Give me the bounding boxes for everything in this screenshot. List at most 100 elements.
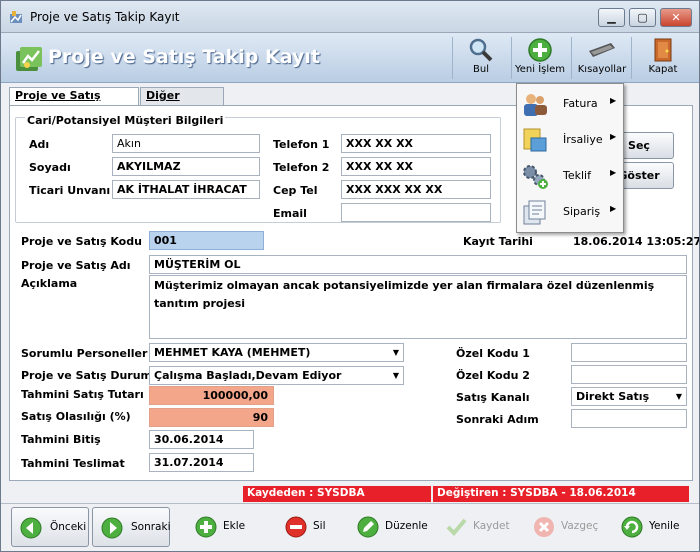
aciklama-label: Açıklama [21, 277, 78, 290]
yenile-button[interactable]: Yenile [613, 507, 689, 547]
dropdown-arrow-icon[interactable]: ▼ [676, 388, 682, 405]
sorumlu-personeller-value: MEHMET KAYA (MEHMET) [154, 346, 311, 359]
sonraki-button[interactable]: Sonraki [92, 507, 171, 547]
email-label: Email [273, 207, 307, 220]
ekle-button[interactable]: Ekle [187, 507, 257, 547]
app-icon [10, 11, 22, 23]
kayit-tarihi-value: 18.06.2014 13:05:27 [573, 235, 700, 248]
satis-kanali-value: Direkt Satış [576, 390, 650, 403]
dropdown-arrow-icon[interactable]: ▼ [393, 344, 399, 361]
chart-app-icon [16, 47, 42, 71]
bul-label: Bul [473, 64, 489, 75]
close-button[interactable]: ✕ [660, 8, 692, 27]
tahmini-bitis-value: 30.06.2014 [154, 433, 224, 446]
plus-circle-icon [195, 516, 217, 538]
documents-icon [523, 200, 546, 225]
window-title: Proje ve Satış Takip Kayıt [30, 10, 180, 24]
yenile-label: Yenile [649, 520, 680, 532]
minimize-button[interactable]: ▁ [598, 8, 625, 27]
tahmini-bitis-field[interactable]: 30.06.20147 [149, 430, 254, 449]
ekle-label: Ekle [223, 520, 246, 532]
kisayollar-button[interactable]: Kısayollar [574, 35, 630, 81]
toolbar-separator [571, 37, 572, 79]
maximize-button[interactable]: ▢ [629, 8, 656, 27]
sonraki-adim-field[interactable] [571, 409, 687, 428]
onceki-button[interactable]: Önceki [11, 507, 89, 547]
gears-icon [523, 165, 548, 189]
menu-item-label: Teklif [563, 169, 591, 182]
arrow-left-icon [20, 517, 42, 539]
telefon2-label: Telefon 2 [273, 161, 330, 174]
ozel-kodu2-field[interactable] [571, 365, 687, 384]
duzenle-label: Düzenle [385, 520, 428, 532]
satis-tutari-field[interactable]: 100000,00 [149, 386, 274, 405]
tab-diger-bilgiler[interactable]: Diğer Bilgiler [140, 87, 224, 118]
title-bar: Proje ve Satış Takip Kayıt ▁ ▢ ✕ [1, 1, 699, 33]
tahmini-teslimat-value: 31.07.2014 [154, 456, 224, 469]
header-banner: Proje ve Satış Takip Kayıt Bul Yeni İşle… [1, 33, 699, 83]
satis-olasiligi-label: Satış Olasılığı (%) [21, 410, 131, 423]
kapat-label: Kapat [648, 64, 678, 75]
ozel-kodu2-label: Özel Kodu 2 [456, 369, 530, 382]
menu-item-teklif[interactable]: Teklif ▶ [517, 158, 623, 194]
sorumlu-personeller-label: Sorumlu Personeller [21, 347, 148, 360]
menu-item-siparis[interactable]: Sipariş ▶ [517, 194, 623, 230]
satis-tutari-label: Tahmini Satış Tutarı [21, 388, 144, 401]
satis-olasiligi-field[interactable]: 90 [149, 408, 274, 427]
email-field[interactable] [341, 203, 491, 222]
aciklama-field[interactable]: Müşterimiz olmayan ancak potansiyelimizd… [149, 275, 687, 339]
edit-pen-icon [357, 516, 379, 538]
dropdown-arrow-icon[interactable]: ▼ [393, 367, 399, 384]
submenu-arrow-icon: ▶ [610, 204, 617, 213]
duzenle-button[interactable]: Düzenle [349, 507, 431, 547]
adi-field[interactable]: Akın [112, 134, 260, 153]
kaydet-label: Kaydet [473, 520, 510, 532]
vazgec-label: Vazgeç [561, 520, 599, 532]
package-icon [523, 128, 547, 152]
soyadi-label: Soyadı [29, 161, 71, 174]
app-window: Proje ve Satış Takip Kayıt ▁ ▢ ✕ Proje v… [0, 0, 700, 552]
submenu-arrow-icon: ▶ [610, 132, 617, 141]
proje-adi-label: Proje ve Satış Adı [21, 259, 131, 272]
submenu-arrow-icon: ▶ [610, 168, 617, 177]
menu-item-label: Sipariş [563, 205, 601, 218]
menu-item-irsaliye[interactable]: İrsaliye ▶ [517, 122, 623, 158]
ticari-unvan-label: Ticari Unvanı [29, 184, 111, 197]
menu-item-label: Fatura [563, 97, 598, 110]
telefon2-field[interactable]: XXX XX XX [341, 157, 491, 176]
bottom-toolbar: Önceki Sonraki Ekle Sil Düzenle Kaydet V… [1, 503, 699, 551]
arrow-right-icon [101, 517, 123, 539]
soyadi-field[interactable]: AKYILMAZ [112, 157, 260, 176]
sonraki-label: Sonraki [131, 521, 171, 533]
kapat-button[interactable]: Kapat [635, 35, 691, 81]
satis-kanali-combo[interactable]: Direkt Satış ▼ [571, 387, 687, 406]
sil-button[interactable]: Sil [277, 507, 339, 547]
telefon1-field[interactable]: XXX XX XX [341, 134, 491, 153]
plus-circle-icon [528, 38, 552, 62]
proje-kodu-label: Proje ve Satış Kodu [21, 235, 142, 248]
proje-durumu-label: Proje ve Satış Durumu [21, 369, 160, 382]
kaydet-button[interactable]: Kaydet [437, 507, 513, 547]
customer-group-title: Cari/Potansiyel Müşteri Bilgileri [25, 114, 226, 127]
tab-proje-satis-bilgileri[interactable]: Proje ve Satış Bilgileri [9, 87, 139, 118]
checkmark-icon [446, 518, 467, 536]
yeni-islem-label: Yeni İşlem [514, 64, 566, 75]
cep-tel-field[interactable]: XXX XXX XX XX [341, 180, 491, 199]
ozel-kodu1-field[interactable] [571, 343, 687, 362]
sorumlu-personeller-combo[interactable]: MEHMET KAYA (MEHMET) ▼ [149, 343, 404, 362]
proje-adi-field[interactable]: MÜŞTERİM OL [149, 255, 687, 274]
proje-durumu-value: Çalışma Başladı,Devam Ediyor [154, 369, 342, 382]
cep-tel-label: Cep Tel [273, 184, 318, 197]
refresh-icon [621, 516, 643, 538]
ticari-unvan-field[interactable]: AK İTHALAT İHRACAT [112, 180, 260, 199]
vazgec-button[interactable]: Vazgeç [525, 507, 601, 547]
tahmini-teslimat-field[interactable]: 31.07.20147 [149, 453, 254, 472]
bul-button[interactable]: Bul [453, 35, 509, 81]
magnifier-icon [469, 38, 493, 62]
menu-item-fatura[interactable]: Fatura ▶ [517, 86, 623, 122]
proje-durumu-combo[interactable]: Çalışma Başladı,Devam Ediyor ▼ [149, 366, 404, 385]
satis-kanali-label: Satış Kanalı [456, 391, 530, 404]
yeni-islem-button[interactable]: Yeni İşlem [512, 35, 568, 81]
submenu-arrow-icon: ▶ [610, 96, 617, 105]
proje-kodu-field[interactable]: 001 [149, 231, 264, 250]
